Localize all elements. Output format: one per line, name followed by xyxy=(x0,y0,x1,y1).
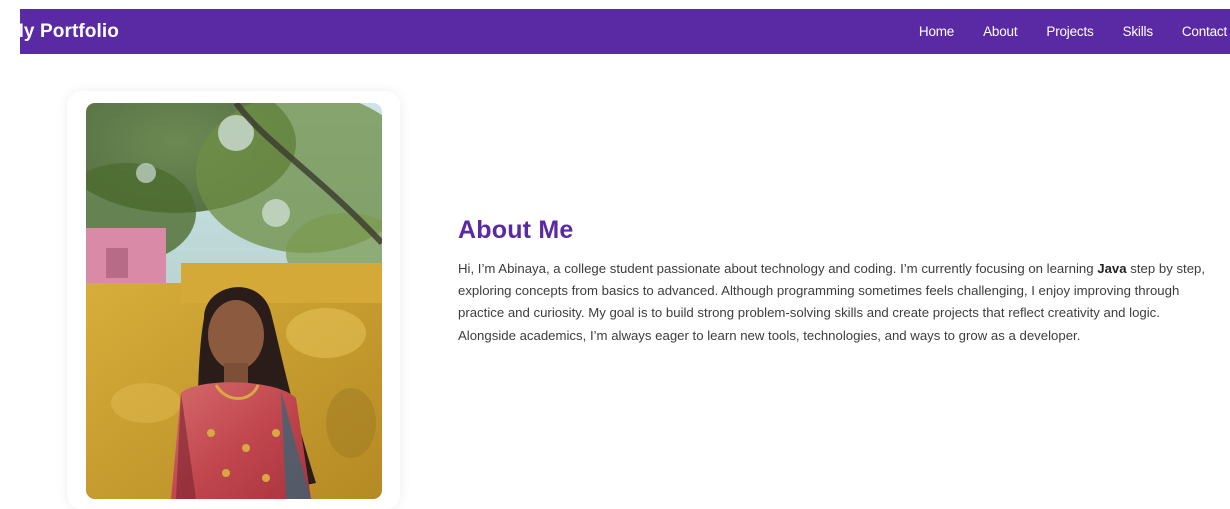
nav-link-skills[interactable]: Skills xyxy=(1123,24,1154,39)
nav-link-about[interactable]: About xyxy=(983,24,1017,39)
about-title: About Me xyxy=(458,216,574,244)
about-section: About Me Hi, I’m Abinaya, a college stud… xyxy=(458,216,1218,347)
navbar: My Portfolio Home About Projects Skills … xyxy=(8,9,1230,54)
about-text-highlight: Java xyxy=(1097,261,1127,276)
about-text-intro: Hi, I’m Abinaya, a college student passi… xyxy=(458,261,1098,276)
nav-links: Home About Projects Skills Contact xyxy=(919,24,1227,39)
nav-link-projects[interactable]: Projects xyxy=(1046,24,1093,39)
about-text: Hi, I’m Abinaya, a college student passi… xyxy=(458,258,1218,347)
brand-logo[interactable]: My Portfolio xyxy=(8,21,119,43)
nav-link-contact[interactable]: Contact xyxy=(1182,24,1227,39)
profile-photo xyxy=(86,103,382,499)
nav-link-home[interactable]: Home xyxy=(919,24,954,39)
